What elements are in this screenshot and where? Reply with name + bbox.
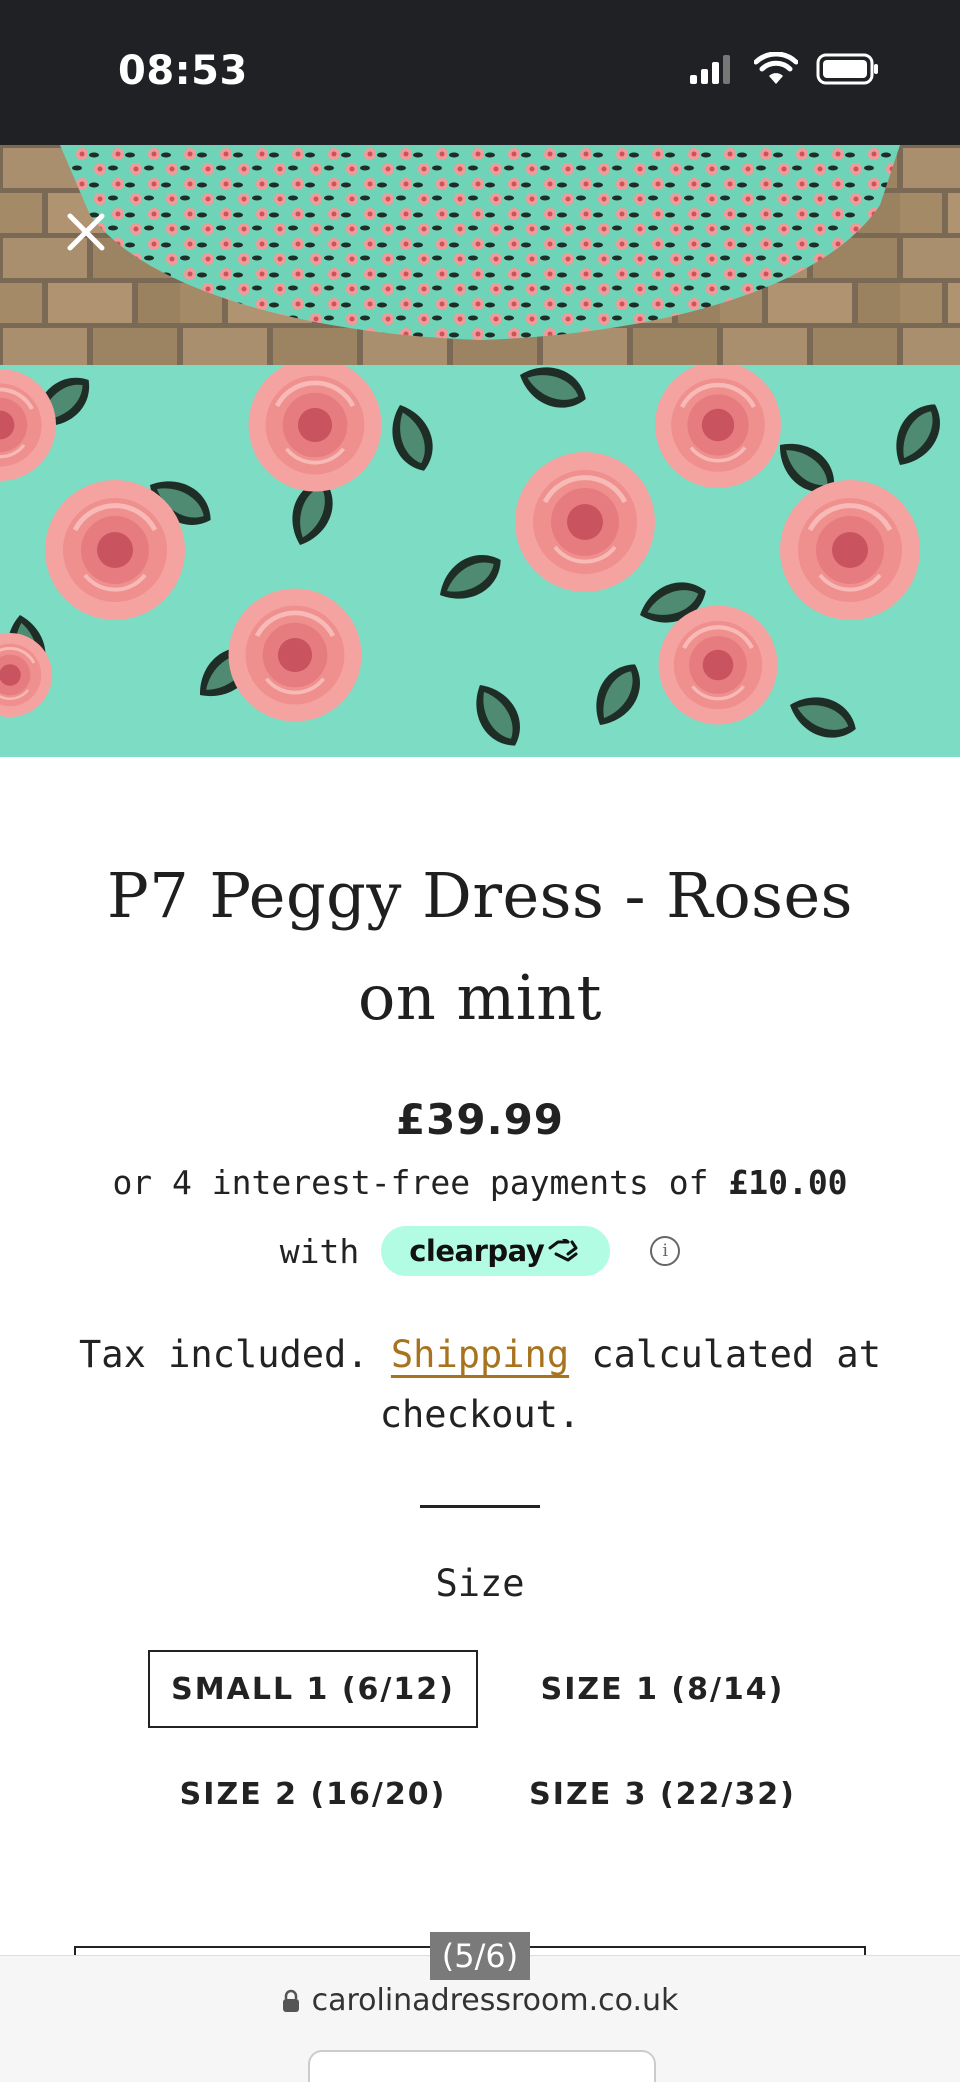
size-option-size-3[interactable]: SIZE 3 (22/32) <box>510 1755 815 1833</box>
shipping-link[interactable]: Shipping <box>391 1333 569 1376</box>
clearpay-badge[interactable]: clearpay <box>381 1226 611 1276</box>
wifi-icon <box>754 52 798 84</box>
tax-shipping-note: Tax included. Shipping calculated at che… <box>40 1325 920 1445</box>
browser-tab-handle <box>308 2050 656 2082</box>
status-time: 08:53 <box>118 48 248 94</box>
clearpay-arrows-icon <box>548 1239 578 1262</box>
battery-icon <box>816 53 878 85</box>
divider <box>420 1505 540 1508</box>
with-text: with <box>279 1231 360 1271</box>
size-label: Size <box>435 1562 525 1605</box>
clearpay-logo-text: clearpay <box>409 1234 545 1268</box>
info-icon[interactable]: i <box>650 1236 681 1266</box>
size-option-size-1[interactable]: SIZE 1 (8/14) <box>510 1650 815 1728</box>
product-title: P7 Peggy Dress - Roses on mint <box>107 859 853 1034</box>
installments-provider-row: with clearpay i <box>0 1226 960 1276</box>
size-option-size-2[interactable]: SIZE 2 (16/20) <box>148 1755 478 1833</box>
product-price: £39.99 <box>395 1095 565 1144</box>
url-bar[interactable]: carolinadressroom.co.uk <box>0 1983 960 2018</box>
installment-amount: £10.00 <box>728 1163 848 1202</box>
size-option-small-1[interactable]: SMALL 1 (6/12) <box>148 1650 478 1728</box>
installments-prefix: or 4 interest-free payments of <box>112 1163 729 1202</box>
url-text: carolinadressroom.co.uk <box>311 1983 679 2018</box>
image-counter: (5/6) <box>430 1932 530 1980</box>
status-icons <box>688 52 880 86</box>
tax-prefix: Tax included. <box>79 1333 391 1376</box>
status-bar: 08:53 <box>0 0 960 145</box>
product-image-fabric <box>0 365 960 757</box>
product-image-dress <box>0 145 960 365</box>
close-icon[interactable] <box>62 208 110 256</box>
signal-icon <box>690 55 730 84</box>
lock-icon <box>282 1989 299 2012</box>
installments-text: or 4 interest-free payments of £10.00 <box>0 1163 960 1202</box>
